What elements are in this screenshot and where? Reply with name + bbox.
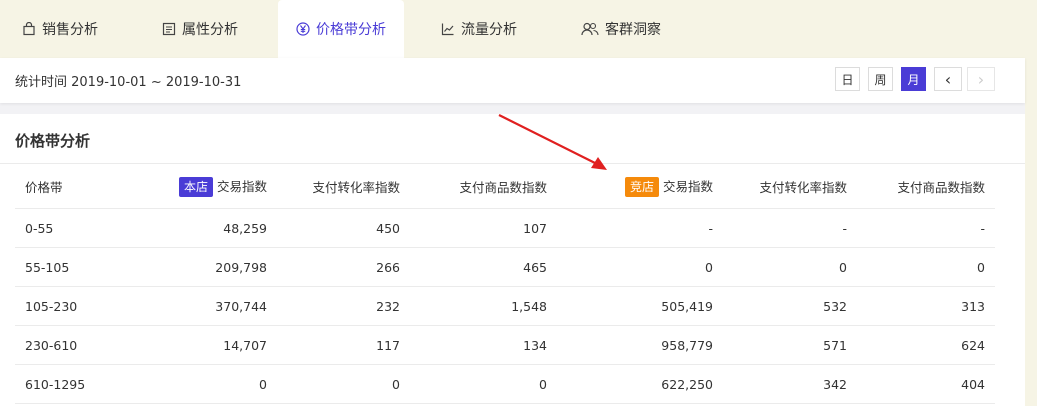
col-price-band: 价格带 — [15, 164, 135, 209]
cell-price-band: 0-55 — [15, 208, 135, 248]
cell: 266 — [277, 247, 410, 287]
section-title: 价格带分析 — [15, 132, 91, 150]
cell: 465 — [410, 247, 557, 287]
own-store-badge: 本店 — [178, 176, 213, 197]
cell-price-band: 55-105 — [15, 247, 135, 287]
tab-traffic[interactable]: 流量分析 — [441, 0, 517, 58]
tab-bar: 销售分析 属性分析 价格带分析 流量分析 客群洞察 — [0, 0, 1025, 58]
cell: 107 — [410, 208, 557, 248]
table-row: 0-55 48,259 450 107 - - - — [15, 208, 995, 248]
table-row: 230-610 14,707 117 134 958,779 571 624 — [15, 325, 995, 365]
cell: - — [557, 208, 723, 248]
table-row: 55-105 209,798 266 465 0 0 0 — [15, 247, 995, 287]
cell: - — [723, 208, 857, 248]
cell: 571 — [723, 325, 857, 365]
col-own-conversion-index[interactable]: 支付转化率指数 — [277, 164, 410, 209]
cell: 404 — [857, 364, 995, 404]
cell: 313 — [857, 286, 995, 326]
bag-icon — [22, 22, 36, 36]
cell: 958,779 — [557, 325, 723, 365]
cell-price-band: 105-230 — [15, 286, 135, 326]
tab-attributes[interactable]: 属性分析 — [162, 0, 238, 58]
table-row: 610-1295 0 0 0 622,250 342 404 — [15, 364, 995, 404]
tab-label: 客群洞察 — [605, 22, 661, 38]
tab-label: 属性分析 — [182, 22, 238, 38]
col-label: 交易指数 — [662, 178, 713, 194]
cell: 622,250 — [557, 364, 723, 404]
table-row: 105-230 370,744 232 1,548 505,419 532 31… — [15, 286, 995, 326]
tab-price-band[interactable]: 价格带分析 — [278, 0, 404, 58]
cell: 370,744 — [135, 286, 277, 326]
col-comp-items-index[interactable]: 支付商品数指数 — [857, 164, 995, 209]
stat-time: 统计时间 2019-10-01 ~ 2019-10-31 — [15, 75, 242, 90]
cell: 0 — [277, 364, 410, 404]
cell: 342 — [723, 364, 857, 404]
annotation-arrow — [498, 114, 607, 170]
cell: 232 — [277, 286, 410, 326]
cell: 624 — [857, 325, 995, 365]
cell: 0 — [135, 364, 277, 404]
cell: 0 — [410, 364, 557, 404]
cell: 117 — [277, 325, 410, 365]
cell: 532 — [723, 286, 857, 326]
tab-customer-insight[interactable]: 客群洞察 — [581, 0, 661, 58]
cell: 450 — [277, 208, 410, 248]
right-edge — [1025, 0, 1037, 406]
tab-label: 流量分析 — [461, 22, 517, 38]
next-button[interactable]: › — [967, 67, 995, 91]
cell-price-band: 230-610 — [15, 325, 135, 365]
week-button[interactable]: 周 — [868, 67, 893, 91]
col-label: 交易指数 — [216, 178, 267, 194]
prev-button[interactable]: ‹ — [934, 67, 962, 91]
cell: 0 — [723, 247, 857, 287]
cell: - — [857, 208, 995, 248]
tab-label: 价格带分析 — [316, 22, 386, 38]
cell: 14,707 — [135, 325, 277, 365]
cell-price-band: 610-1295 — [15, 364, 135, 404]
yen-icon — [296, 22, 310, 36]
cell: 0 — [857, 247, 995, 287]
cell: 209,798 — [135, 247, 277, 287]
list-icon — [162, 22, 176, 36]
cell: 48,259 — [135, 208, 277, 248]
cell: 505,419 — [557, 286, 723, 326]
tab-label: 销售分析 — [42, 22, 98, 38]
month-button[interactable]: 月 — [901, 67, 926, 91]
competitor-badge: 竞店 — [624, 176, 659, 197]
cell: 134 — [410, 325, 557, 365]
cell: 0 — [557, 247, 723, 287]
day-button[interactable]: 日 — [835, 67, 860, 91]
date-filter-card: 统计时间 2019-10-01 ~ 2019-10-31 日 周 月 ‹ › — [0, 58, 1025, 103]
tab-sales[interactable]: 销售分析 — [22, 0, 98, 58]
col-own-trade-index[interactable]: 本店 交易指数 — [135, 164, 277, 209]
cell: 1,548 — [410, 286, 557, 326]
price-band-table: 价格带 本店 交易指数 支付转化率指数 支付商品数指数 竞店 交易指数 支付转化率指… — [15, 164, 995, 404]
col-comp-conversion-index[interactable]: 支付转化率指数 — [723, 164, 857, 209]
users-icon — [581, 22, 599, 36]
line-chart-icon — [441, 22, 455, 36]
